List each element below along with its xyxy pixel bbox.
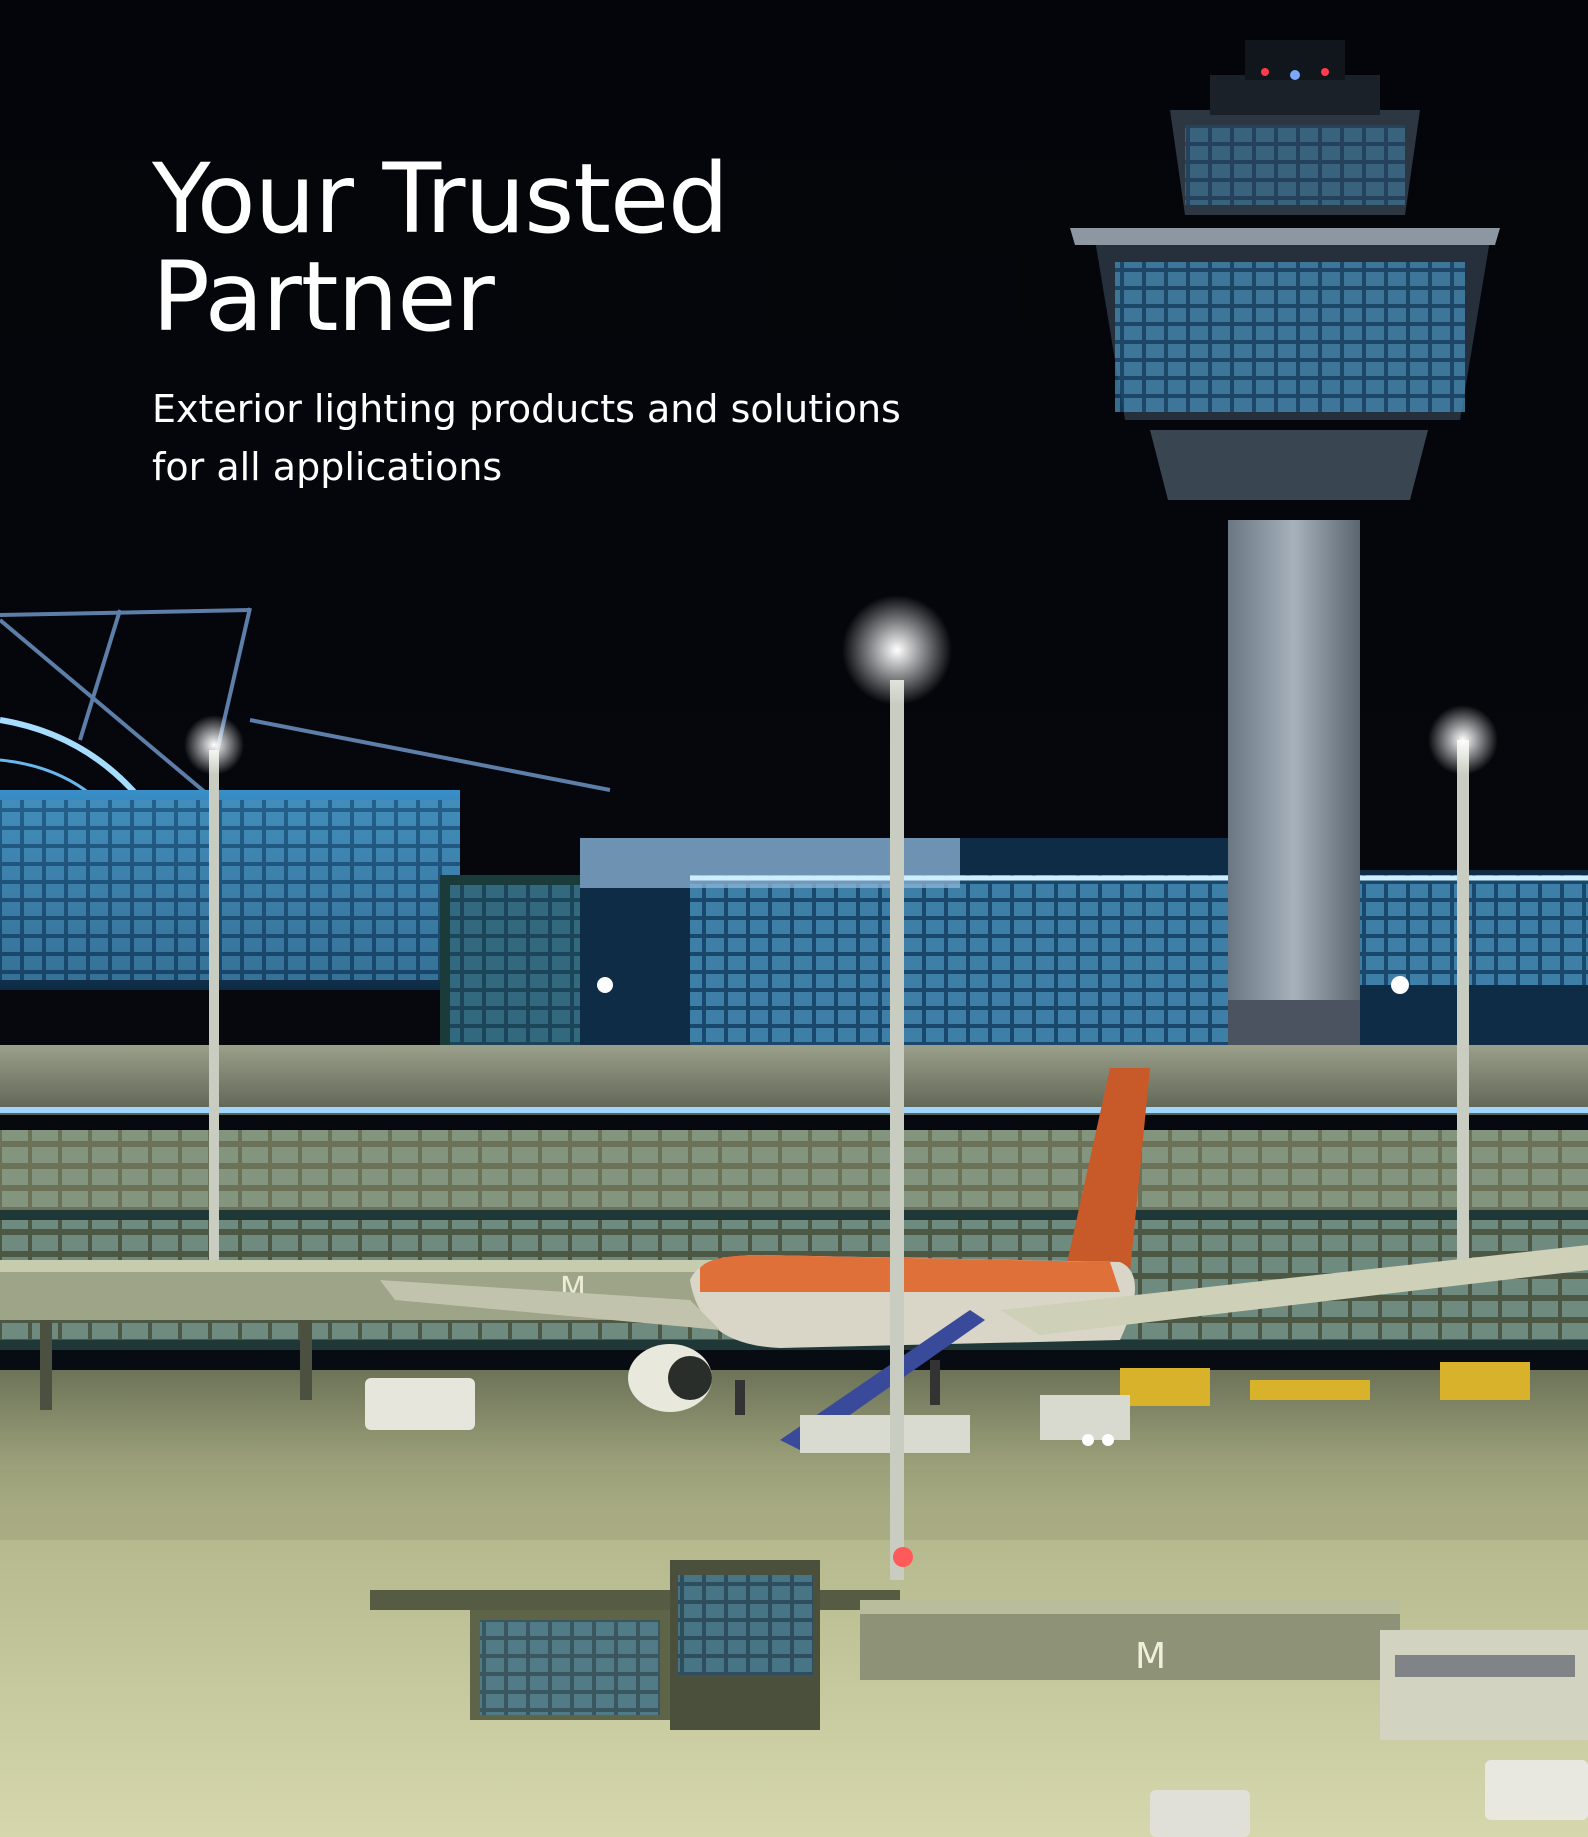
hero-page: M M Your Trusted Partner Exterior lighti… xyxy=(0,0,1588,1837)
hero-subline: Exterior lighting products and solutions… xyxy=(152,380,901,496)
headline-line-1: Your Trusted xyxy=(152,143,729,255)
subline-line-2: for all applications xyxy=(152,445,503,489)
headline-line-2: Partner xyxy=(152,241,495,353)
svg-text:M: M xyxy=(1135,1636,1166,1677)
subline-line-1: Exterior lighting products and solutions xyxy=(152,387,901,431)
terminal-roof xyxy=(0,1045,1588,1115)
hero-headline: Your Trusted Partner xyxy=(152,143,729,353)
